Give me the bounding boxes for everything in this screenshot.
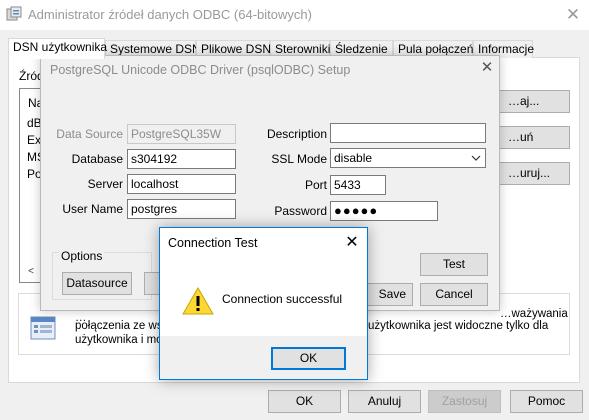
close-icon[interactable]: ✕ — [562, 4, 584, 26]
description-label: Description — [266, 127, 327, 141]
window-title: Administrator źródeł danych ODBC (64-bit… — [28, 7, 312, 22]
info-text-left-3: użytkownika i moż — [75, 334, 169, 346]
connection-test-titlebar: Connection Test ✕ — [160, 228, 367, 258]
password-field[interactable]: ●●●●● — [330, 201, 438, 221]
add-button[interactable]: …aj... — [497, 90, 570, 113]
main-titlebar: Administrator źródeł danych ODBC (64-bit… — [0, 0, 589, 30]
info-text-right-2: użytkownika jest widoczne tylko dla — [368, 320, 549, 332]
ssl-mode-select[interactable]: disable — [330, 148, 486, 168]
password-label: Password — [274, 204, 327, 218]
datasource-info-icon — [30, 316, 56, 340]
server-label: Server — [87, 177, 123, 191]
setup-dialog-title: PostgreSQL Unicode ODBC Driver (psqlODBC… — [50, 63, 351, 77]
ok-button[interactable]: OK — [268, 390, 341, 413]
description-field[interactable] — [330, 123, 486, 143]
scroll-left-icon[interactable]: < — [20, 263, 42, 281]
setup-cancel-button[interactable]: Cancel — [420, 283, 488, 306]
port-field[interactable]: 5433 — [330, 175, 386, 195]
close-icon[interactable]: ✕ — [342, 232, 362, 254]
port-label: Port — [304, 178, 327, 192]
remove-button[interactable]: …uń — [497, 126, 570, 149]
username-label: User Name — [62, 202, 123, 216]
info-text-left-2: połączenia ze wsk — [75, 320, 169, 332]
server-field[interactable]: localhost — [127, 174, 236, 194]
connection-test-dialog: Connection Test ✕ Connection successful … — [159, 227, 368, 380]
data-source-label: Data Source — [56, 127, 123, 141]
options-label: Options — [59, 249, 105, 263]
test-button[interactable]: Test — [420, 253, 488, 276]
datasource-button[interactable]: Datasource — [62, 272, 132, 295]
connection-ok-button[interactable]: OK — [271, 347, 346, 370]
data-source-field: PostgreSQL35W — [127, 124, 236, 144]
apply-button[interactable]: Zastosuj — [428, 390, 501, 413]
username-field[interactable]: postgres — [127, 199, 236, 219]
chevron-down-icon — [471, 150, 481, 167]
help-button[interactable]: Pomoc — [510, 390, 583, 413]
list-item[interactable]: Ex — [27, 133, 41, 147]
cancel-button[interactable]: Anuluj — [348, 390, 421, 413]
save-button[interactable]: Save — [361, 283, 413, 306]
database-label: Database — [71, 152, 123, 166]
connection-message: Connection successful — [222, 292, 343, 306]
ssl-mode-label: SSL Mode — [271, 152, 327, 166]
ssl-mode-value: disable — [334, 151, 373, 165]
tab-user-dsn[interactable]: DSN użytkownika — [8, 38, 107, 59]
warning-icon — [182, 286, 214, 316]
database-field[interactable]: s304192 — [127, 149, 236, 169]
odbc-app-icon — [6, 6, 22, 22]
close-icon[interactable]: ✕ — [477, 58, 497, 78]
configure-button[interactable]: …uruj... — [497, 162, 570, 185]
info-text-right-1: …ważywania — [500, 308, 568, 320]
connection-test-title: Connection Test — [168, 236, 258, 250]
